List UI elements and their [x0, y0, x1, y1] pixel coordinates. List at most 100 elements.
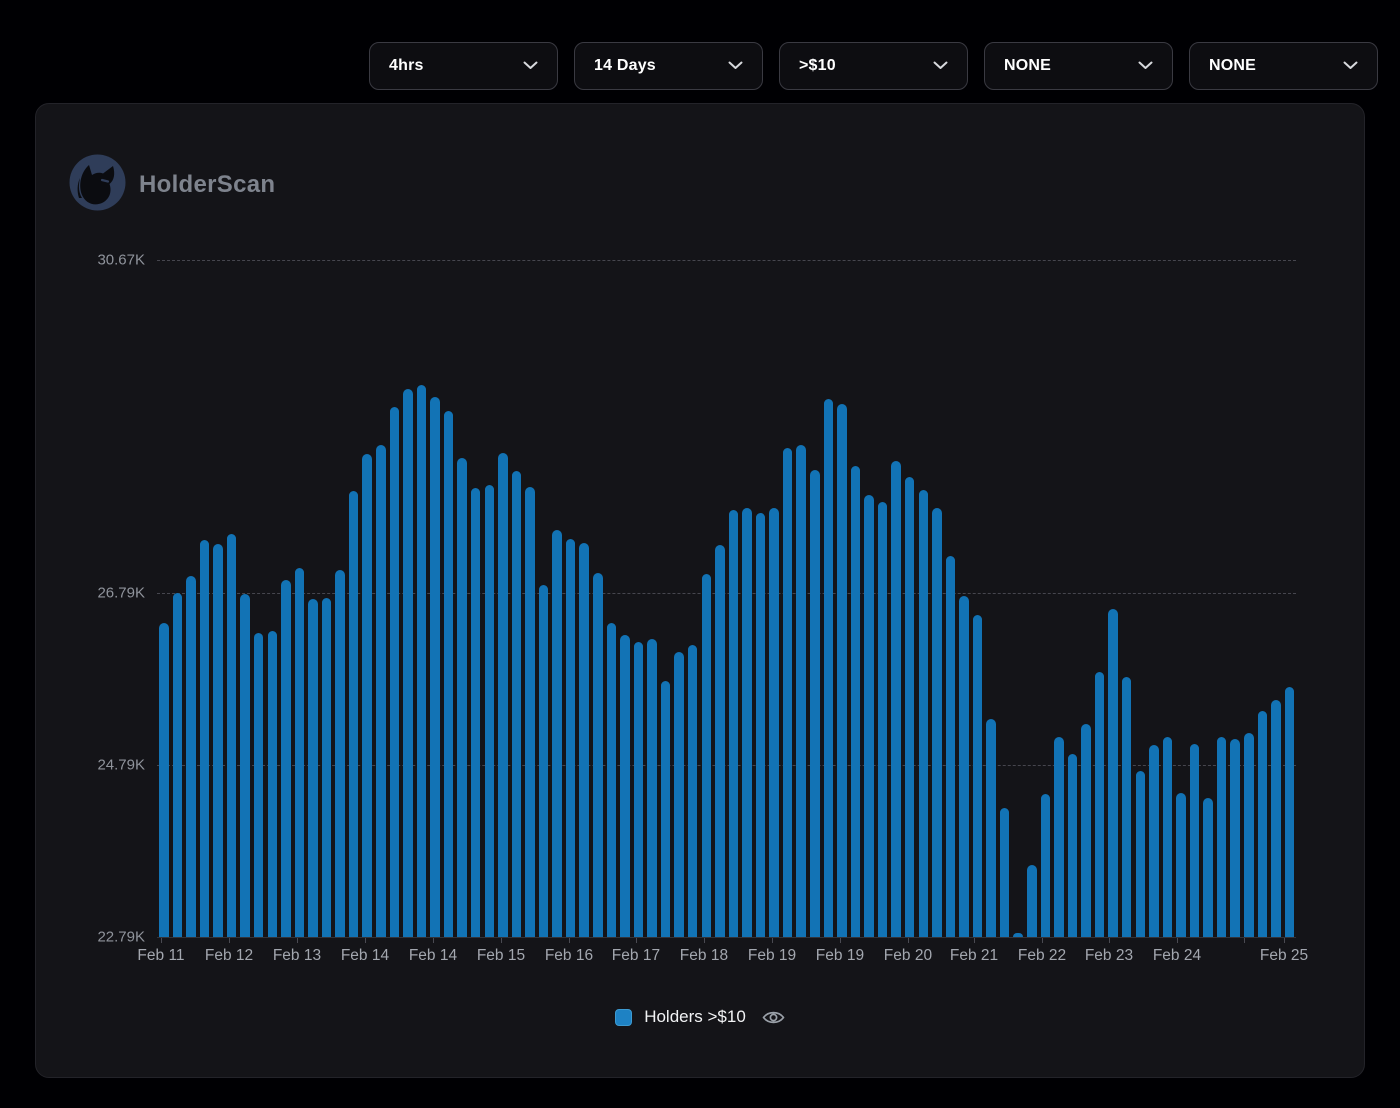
- bar[interactable]: [403, 389, 413, 937]
- bar[interactable]: [213, 544, 223, 937]
- bar[interactable]: [891, 461, 901, 937]
- bar[interactable]: [837, 404, 847, 937]
- bar[interactable]: [159, 623, 169, 937]
- filter-dropdown-overlay-2[interactable]: NONE: [1189, 42, 1378, 90]
- bar[interactable]: [390, 407, 400, 937]
- bar-slot: [306, 260, 320, 937]
- bar[interactable]: [796, 445, 806, 937]
- bar-slot: [211, 260, 225, 937]
- bar[interactable]: [200, 540, 210, 937]
- bar[interactable]: [593, 573, 603, 937]
- bar[interactable]: [539, 585, 549, 937]
- bar[interactable]: [688, 645, 698, 937]
- filter-dropdown-range[interactable]: 14 Days: [574, 42, 763, 90]
- bar[interactable]: [905, 477, 915, 937]
- bar[interactable]: [1190, 744, 1200, 937]
- bar[interactable]: [986, 719, 996, 937]
- bar[interactable]: [1068, 754, 1078, 937]
- bar[interactable]: [254, 633, 264, 937]
- bar[interactable]: [810, 470, 820, 937]
- bar[interactable]: [1122, 677, 1132, 937]
- bar[interactable]: [349, 491, 359, 937]
- bar[interactable]: [607, 623, 617, 937]
- filter-dropdown-overlay-1[interactable]: NONE: [984, 42, 1173, 90]
- bar[interactable]: [946, 556, 956, 937]
- bar[interactable]: [362, 454, 372, 937]
- filter-dropdown-interval[interactable]: 4hrs: [369, 42, 558, 90]
- legend-item-holders[interactable]: Holders >$10: [36, 1007, 1364, 1027]
- bar[interactable]: [1271, 700, 1281, 937]
- bar[interactable]: [295, 568, 305, 937]
- bar[interactable]: [824, 399, 834, 937]
- bar[interactable]: [430, 397, 440, 937]
- bar[interactable]: [1108, 609, 1118, 937]
- bar[interactable]: [959, 596, 969, 937]
- bar[interactable]: [1258, 711, 1268, 937]
- bar-slot: [198, 260, 212, 937]
- bar[interactable]: [1203, 798, 1213, 937]
- bar[interactable]: [1136, 771, 1146, 937]
- bar[interactable]: [1000, 808, 1010, 937]
- bar[interactable]: [498, 453, 508, 937]
- bar[interactable]: [376, 445, 386, 937]
- bar[interactable]: [227, 534, 237, 937]
- bar[interactable]: [932, 508, 942, 937]
- bar[interactable]: [851, 466, 861, 937]
- bar[interactable]: [620, 635, 630, 937]
- bar[interactable]: [715, 545, 725, 937]
- bar[interactable]: [783, 448, 793, 937]
- bar[interactable]: [702, 574, 712, 937]
- bar[interactable]: [240, 594, 250, 937]
- bar[interactable]: [1149, 745, 1159, 937]
- bar[interactable]: [1217, 737, 1227, 937]
- bar[interactable]: [1095, 672, 1105, 937]
- bar[interactable]: [485, 485, 495, 937]
- bar[interactable]: [1176, 793, 1186, 937]
- bar[interactable]: [471, 488, 481, 937]
- bar[interactable]: [457, 458, 467, 937]
- bar[interactable]: [878, 502, 888, 937]
- visibility-eye-icon[interactable]: [762, 1010, 785, 1025]
- bar[interactable]: [973, 615, 983, 937]
- bar[interactable]: [308, 599, 318, 938]
- bar[interactable]: [634, 642, 644, 937]
- bar[interactable]: [566, 539, 576, 937]
- bar[interactable]: [1163, 737, 1173, 937]
- bar[interactable]: [335, 570, 345, 937]
- bar[interactable]: [281, 580, 291, 937]
- bar[interactable]: [186, 576, 196, 937]
- cat-logo-icon: [69, 154, 126, 216]
- bar[interactable]: [1081, 724, 1091, 937]
- filter-dropdown-threshold[interactable]: >$10: [779, 42, 968, 90]
- bar[interactable]: [1041, 794, 1051, 937]
- bar[interactable]: [729, 510, 739, 937]
- bar[interactable]: [552, 530, 562, 937]
- bar-slot: [401, 260, 415, 937]
- filter-range-value: 14 Days: [594, 57, 656, 75]
- bar[interactable]: [444, 411, 454, 937]
- bar[interactable]: [674, 652, 684, 937]
- bar-slot: [1052, 260, 1066, 937]
- y-axis-tick-label: 26.79K: [69, 585, 145, 602]
- bar[interactable]: [769, 508, 779, 937]
- bar[interactable]: [1013, 933, 1023, 937]
- bar[interactable]: [742, 508, 752, 937]
- bar[interactable]: [173, 593, 183, 938]
- bar[interactable]: [756, 513, 766, 937]
- bar-slot: [1039, 260, 1053, 937]
- bar[interactable]: [1027, 865, 1037, 937]
- bar[interactable]: [661, 681, 671, 937]
- bar[interactable]: [1054, 737, 1064, 937]
- bar[interactable]: [1285, 687, 1295, 937]
- bar[interactable]: [1244, 733, 1254, 937]
- bar[interactable]: [579, 543, 589, 937]
- bar[interactable]: [919, 490, 929, 937]
- bar[interactable]: [525, 487, 535, 937]
- bar[interactable]: [268, 631, 278, 937]
- bar[interactable]: [417, 385, 427, 937]
- bar[interactable]: [512, 471, 522, 938]
- bar[interactable]: [1230, 739, 1240, 937]
- bar[interactable]: [322, 598, 332, 937]
- bar[interactable]: [647, 639, 657, 937]
- bar[interactable]: [864, 495, 874, 937]
